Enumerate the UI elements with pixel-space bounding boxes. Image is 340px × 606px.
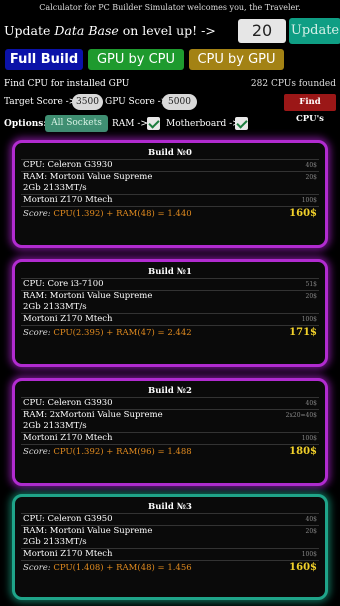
update-label-italic: Data Base — [54, 23, 119, 38]
build-title: Build №2 — [148, 386, 192, 396]
update-database-label: Update Data Base on level up! -> — [4, 23, 216, 38]
ram-name: RAM: Mortoni Value Supreme — [23, 172, 153, 182]
score-label: Score: — [23, 209, 54, 219]
cpu-line: CPU: Core i3-7100 51$ — [21, 278, 319, 290]
motherboard-price: 100$ — [301, 435, 317, 442]
ram-spec-line: 2Gb 2133MT/s — [23, 421, 87, 431]
build-card[interactable]: Build №2 CPU: Celeron G3930 40$ RAM: 2xMo… — [12, 378, 328, 486]
cpu-by-gpu-button[interactable]: CPU by GPU — [189, 49, 284, 70]
motherboard-name: Mortoni Z170 Mtech — [23, 314, 113, 324]
build-title: Build №0 — [148, 148, 192, 158]
score-line: Score: CPU(1.392) + RAM(48) = 1.440 160$ — [21, 206, 319, 221]
full-build-button[interactable]: Full Build — [5, 49, 83, 70]
build-card[interactable]: Build №3 CPU: Celeron G3950 40$ RAM: Mort… — [12, 494, 328, 600]
ram-price: 20$ — [305, 174, 317, 181]
options-row: Options: All Sockets RAM -> Motherboard … — [4, 115, 336, 133]
cpu-line: CPU: Celeron G3930 40$ — [21, 159, 319, 171]
cpu-count: 282 CPUs founded — [250, 79, 336, 89]
build-title: Build №1 — [148, 267, 192, 277]
motherboard-price: 100$ — [301, 316, 317, 323]
cpu-name: CPU: Core i3-7100 — [23, 279, 104, 289]
build-title: Build №3 — [148, 502, 192, 512]
find-title: Find CPU for installed GPU — [4, 79, 130, 89]
score-formula: CPU(1.392) + RAM(48) = 1.440 — [53, 209, 192, 219]
motherboard-name: Mortoni Z170 Mtech — [23, 195, 113, 205]
ram-spec-line: 2Gb 2133MT/s — [23, 183, 87, 193]
ram-line: RAM: Mortoni Value Supreme 20$ — [21, 290, 319, 302]
score-line: Score: CPU(1.392) + RAM(96) = 1.488 180$ — [21, 444, 319, 459]
level-input[interactable]: 20 — [238, 19, 286, 43]
score-line: Score: CPU(2.395) + RAM(47) = 2.442 171$ — [21, 325, 319, 340]
motherboard-line: Mortoni Z170 Mtech 100$ — [21, 194, 319, 206]
ram-name: RAM: Mortoni Value Supreme — [23, 526, 153, 536]
update-label-prefix: Update — [4, 23, 55, 38]
ram-label: RAM -> — [112, 119, 148, 129]
build-total: 171$ — [289, 327, 317, 338]
build-total: 160$ — [289, 562, 317, 573]
ram-name: RAM: 2xMortoni Value Supreme — [23, 410, 163, 420]
ram-line: RAM: 2xMortoni Value Supreme 2x20=40$ — [21, 409, 319, 421]
cpu-line: CPU: Celeron G3950 40$ — [21, 513, 319, 525]
update-database-row: Update Data Base on level up! -> 20 Upda… — [4, 18, 340, 44]
motherboard-line: Mortoni Z170 Mtech 100$ — [21, 548, 319, 560]
target-score-input[interactable]: 3500 — [72, 94, 103, 110]
welcome-banner: Calculator for PC Builder Simulator welc… — [39, 3, 301, 12]
cpu-line: CPU: Celeron G3930 40$ — [21, 397, 319, 409]
build-total: 180$ — [289, 446, 317, 457]
ram-checkbox[interactable] — [147, 117, 160, 130]
update-button[interactable]: Update — [289, 18, 340, 44]
gpu-score-label: GPU Score -> — [105, 97, 169, 107]
motherboard-line: Mortoni Z170 Mtech 100$ — [21, 432, 319, 444]
all-sockets-dropdown[interactable]: All Sockets — [45, 115, 108, 132]
cpu-name: CPU: Celeron G3930 — [23, 398, 113, 408]
score-row: Target Score -> 3500 GPU Score -> 5000 F… — [4, 93, 336, 124]
ram-spec-line: 2Gb 2133MT/s — [23, 302, 87, 312]
motherboard-checkbox[interactable] — [235, 117, 248, 130]
score-label: Score: — [23, 447, 54, 457]
ram-line: RAM: Mortoni Value Supreme 20$ — [21, 171, 319, 183]
score-label: Score: — [23, 328, 54, 338]
score-formula: CPU(2.395) + RAM(47) = 2.442 — [53, 328, 192, 338]
motherboard-price: 100$ — [301, 551, 317, 558]
update-label-suffix: on level up! -> — [118, 23, 216, 38]
motherboard-label: Motherboard -> — [166, 119, 240, 129]
motherboard-price: 100$ — [301, 197, 317, 204]
cpu-price: 40$ — [305, 516, 317, 523]
cpu-price: 40$ — [305, 400, 317, 407]
ram-price: 20$ — [305, 528, 317, 535]
motherboard-line: Mortoni Z170 Mtech 100$ — [21, 313, 319, 325]
cpu-name: CPU: Celeron G3950 — [23, 514, 113, 524]
score-formula: CPU(1.392) + RAM(96) = 1.488 — [53, 447, 192, 457]
ram-line: RAM: Mortoni Value Supreme 20$ — [21, 525, 319, 537]
options-label: Options: — [4, 119, 47, 129]
motherboard-name: Mortoni Z170 Mtech — [23, 433, 113, 443]
cpu-price: 51$ — [305, 281, 317, 288]
score-line: Score: CPU(1.408) + RAM(48) = 1.456 160$ — [21, 560, 319, 575]
cpu-price: 40$ — [305, 162, 317, 169]
build-card[interactable]: Build №0 CPU: Celeron G3930 40$ RAM: Mort… — [12, 140, 328, 248]
motherboard-name: Mortoni Z170 Mtech — [23, 549, 113, 559]
build-card[interactable]: Build №1 CPU: Core i3-7100 51$ RAM: Morto… — [12, 259, 328, 367]
score-formula: CPU(1.408) + RAM(48) = 1.456 — [53, 563, 192, 573]
gpu-score-input[interactable]: 5000 — [162, 94, 197, 110]
ram-price: 20$ — [305, 293, 317, 300]
gpu-by-cpu-button[interactable]: GPU by CPU — [88, 49, 184, 70]
score-label: Score: — [23, 563, 54, 573]
target-score-label: Target Score -> — [4, 97, 77, 107]
cpu-name: CPU: Celeron G3930 — [23, 160, 113, 170]
ram-price: 2x20=40$ — [285, 412, 317, 419]
build-total: 160$ — [289, 208, 317, 219]
ram-name: RAM: Mortoni Value Supreme — [23, 291, 153, 301]
ram-spec-line: 2Gb 2133MT/s — [23, 537, 87, 547]
find-cpus-button[interactable]: Find CPU's — [284, 94, 336, 124]
